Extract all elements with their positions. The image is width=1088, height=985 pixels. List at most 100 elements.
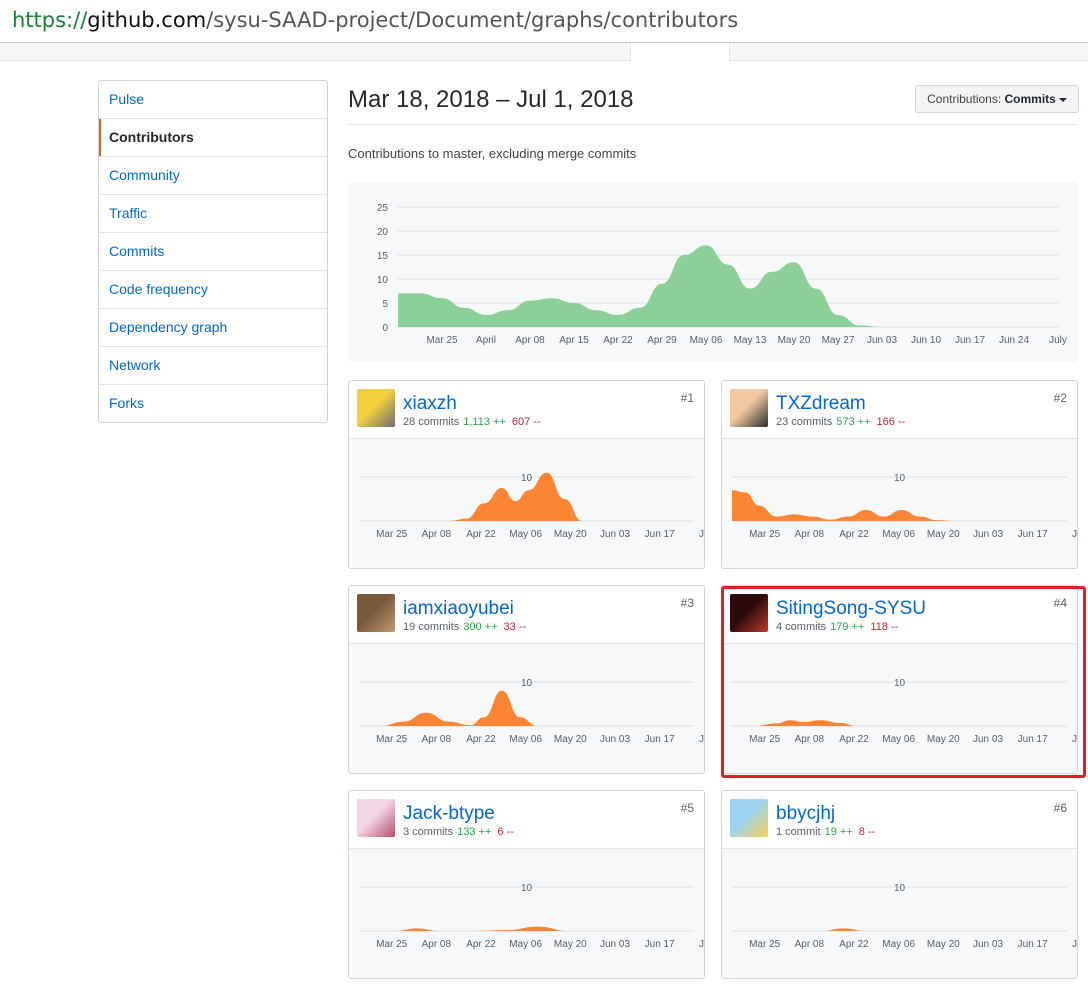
url-text[interactable]: https://github.com/sysu-SAAD-project/Doc… <box>12 8 738 32</box>
contributor-login-link[interactable]: TXZdream <box>776 393 866 415</box>
x-tick-label: Apr 08 <box>422 939 452 950</box>
main-contributions-chart[interactable]: 0 5 10 15 20 25 Mar 25 April Apr 08 Apr 15 Apr 22 A… <box>348 182 1078 362</box>
contributor-stats: 3 commits 133 ++ 6 -- <box>403 826 514 838</box>
x-tick-label: May 13 <box>734 335 767 346</box>
x-tick-label: Ju <box>699 939 704 950</box>
x-tick-label: Mar 25 <box>426 335 458 346</box>
x-tick-label: Jun 03 <box>600 529 630 540</box>
commit-count: 1 commit <box>776 826 821 838</box>
deletions-count: 6 -- <box>497 826 514 838</box>
additions-count: 179 ++ <box>830 621 865 633</box>
avatar[interactable] <box>357 799 395 837</box>
contributor-login-link[interactable]: iamxiaoyubei <box>403 598 514 620</box>
contributor-chart-svg: 10 Mar 25 Apr 08 Apr 22 May 06 May 20 Jun 03 Ju… <box>732 883 1077 950</box>
contributor-header: SitingSong-SYSU 4 commits 179 ++ 118 -- #4 <box>722 586 1077 644</box>
x-tick-label: Jun 03 <box>867 335 897 346</box>
contributor-chart-svg: 10 Mar 25 Apr 08 Apr 22 May 06 May 20 Jun 03 Ju… <box>732 473 1077 540</box>
contributor-chart[interactable]: 10 Mar 25 Apr 08 Apr 22 May 06 May 20 Jun 03 Ju… <box>349 644 704 773</box>
contributor-card: Jack-btype 3 commits 133 ++ 6 -- #5 10 Mar 25 A… <box>348 790 705 979</box>
x-tick-label: Jun 17 <box>645 939 675 950</box>
x-tick-label: Jun 17 <box>1018 529 1048 540</box>
contributor-login-link[interactable]: xiaxzh <box>403 393 457 415</box>
contributor-chart-svg: 10 Mar 25 Apr 08 Apr 22 May 06 May 20 Jun 03 Ju… <box>732 678 1077 745</box>
contributor-rank: #5 <box>680 801 694 815</box>
contributor-card: xiaxzh 28 commits 1,113 ++ 607 -- #1 10 Mar 25… <box>348 380 705 569</box>
x-tick-label: Ju <box>1072 734 1077 745</box>
y-tick-label: 10 <box>894 678 906 689</box>
sidebar-item-pulse[interactable]: Pulse <box>99 81 327 119</box>
x-tick-label: Ju <box>1072 529 1077 540</box>
avatar[interactable] <box>730 799 768 837</box>
deletions-count: 166 -- <box>876 416 906 428</box>
additions-count: 133 ++ <box>457 826 492 838</box>
x-tick-label: Apr 29 <box>647 335 677 346</box>
url-host: github.com <box>87 8 207 32</box>
x-tick-label: Mar 25 <box>376 529 408 540</box>
address-bar[interactable]: https://github.com/sysu-SAAD-project/Doc… <box>0 0 1088 43</box>
x-tick-label: Jun 17 <box>955 335 985 346</box>
repo-nav-strip <box>0 43 1088 61</box>
additions-count: 573 ++ <box>836 416 871 428</box>
contributor-login-link[interactable]: SitingSong-SYSU <box>776 598 926 620</box>
chart-subtitle: Contributions to master, excluding merge… <box>348 146 637 161</box>
repo-nav-tab-selected[interactable] <box>630 43 730 61</box>
contributor-commits-area <box>732 490 1067 521</box>
contributor-rank: #2 <box>1053 391 1067 405</box>
sidebar-item-dependency-graph[interactable]: Dependency graph <box>99 309 327 347</box>
deletions-count: 118 -- <box>870 621 899 633</box>
deletions-count: 8 -- <box>858 826 876 838</box>
y-tick-label: 10 <box>377 275 389 286</box>
contributor-chart[interactable]: 10 Mar 25 Apr 08 Apr 22 May 06 May 20 Jun 03 Ju… <box>722 439 1077 568</box>
sidebar-item-traffic[interactable]: Traffic <box>99 195 327 233</box>
avatar[interactable] <box>357 389 395 427</box>
contributor-chart[interactable]: 10 Mar 25 Apr 08 Apr 22 May 06 May 20 Jun 03 Ju… <box>349 439 704 568</box>
x-tick-label: May 06 <box>882 529 915 540</box>
sidebar-item-code-frequency[interactable]: Code frequency <box>99 271 327 309</box>
y-tick-label: 10 <box>894 473 906 484</box>
x-tick-label: May 06 <box>882 939 915 950</box>
sidebar-item-contributors[interactable]: Contributors <box>99 119 327 157</box>
avatar[interactable] <box>730 594 768 632</box>
x-tick-label: July <box>1049 335 1067 346</box>
x-tick-label: Jun 10 <box>911 335 941 346</box>
x-tick-label: Ju <box>699 734 704 745</box>
contributor-chart[interactable]: 10 Mar 25 Apr 08 Apr 22 May 06 May 20 Jun 03 Ju… <box>349 849 704 978</box>
x-tick-label: Apr 08 <box>422 734 452 745</box>
x-tick-label: Jun 17 <box>645 734 675 745</box>
deletions-count: 607 -- <box>511 416 541 428</box>
x-tick-label: May 06 <box>882 734 915 745</box>
sidebar-item-commits[interactable]: Commits <box>99 233 327 271</box>
x-tick-label: Apr 22 <box>466 939 496 950</box>
avatar[interactable] <box>357 594 395 632</box>
contributor-chart[interactable]: 10 Mar 25 Apr 08 Apr 22 May 06 May 20 Jun 03 Ju… <box>722 644 1077 773</box>
x-tick-label: Apr 08 <box>795 734 825 745</box>
y-tick-label: 0 <box>382 323 388 334</box>
url-path: /sysu-SAAD-project/Document/graphs/contr… <box>206 8 739 32</box>
contributor-chart-svg: 10 Mar 25 Apr 08 Apr 22 May 06 May 20 Jun 03 Ju… <box>359 678 704 745</box>
x-tick-label: Apr 22 <box>839 734 869 745</box>
x-tick-label: Jun 17 <box>645 529 675 540</box>
contributor-chart-svg: 10 Mar 25 Apr 08 Apr 22 May 06 May 20 Jun 03 Ju… <box>359 472 704 540</box>
x-tick-label: May 20 <box>778 335 811 346</box>
sidebar-item-community[interactable]: Community <box>99 157 327 195</box>
sidebar-item-network[interactable]: Network <box>99 347 327 385</box>
contributor-rank: #6 <box>1053 801 1067 815</box>
x-tick-label: Mar 25 <box>376 939 408 950</box>
contributor-commits-area <box>359 926 694 931</box>
x-tick-label: Mar 25 <box>749 939 781 950</box>
contributions-type-dropdown[interactable]: Contributions: Commits <box>915 85 1079 113</box>
contributor-chart[interactable]: 10 Mar 25 Apr 08 Apr 22 May 06 May 20 Jun 03 Ju… <box>722 849 1077 978</box>
x-tick-label: May 06 <box>509 529 542 540</box>
contributor-stats: 28 commits 1,113 ++ 607 -- <box>403 416 541 428</box>
commit-count: 19 commits <box>403 621 460 633</box>
x-tick-label: Jun 24 <box>999 335 1029 346</box>
avatar[interactable] <box>730 389 768 427</box>
x-tick-label: Apr 15 <box>559 335 589 346</box>
contributor-login-link[interactable]: bbycjhj <box>776 803 835 825</box>
contributor-login-link[interactable]: Jack-btype <box>403 803 495 825</box>
x-tick-label: Ju <box>1072 939 1077 950</box>
sidebar-item-forks[interactable]: Forks <box>99 385 327 422</box>
page-title: Mar 18, 2018 – Jul 1, 2018 <box>348 86 634 113</box>
y-tick-label: 25 <box>377 203 389 214</box>
contributor-stats: 1 commit 19 ++ 8 -- <box>776 826 875 838</box>
